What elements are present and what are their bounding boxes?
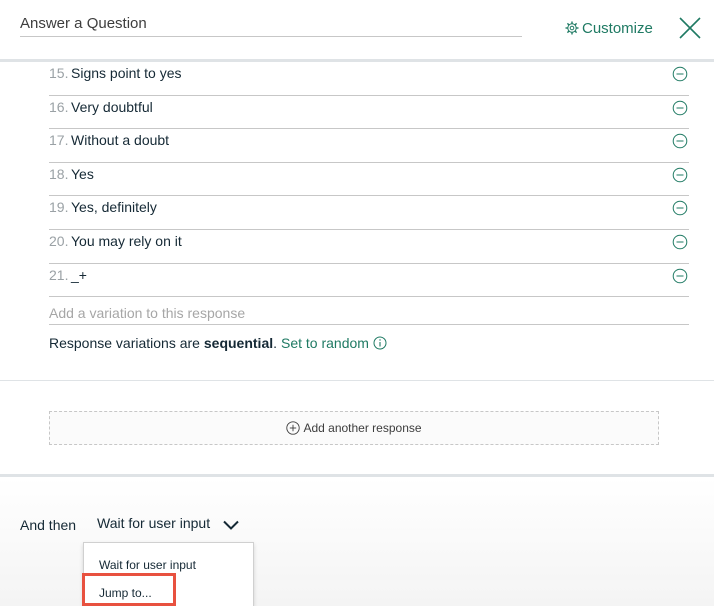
and-then-label: And then bbox=[20, 517, 77, 533]
info-icon[interactable] bbox=[373, 336, 387, 350]
variation-text[interactable]: Yes, definitely bbox=[71, 199, 157, 215]
variation-text[interactable]: _+ bbox=[71, 267, 87, 283]
customize-button[interactable]: Customize bbox=[565, 18, 653, 38]
remove-circle-icon[interactable] bbox=[672, 100, 688, 116]
close-icon bbox=[679, 17, 701, 39]
variation-number: 20. bbox=[49, 232, 69, 249]
variation-text[interactable]: Signs point to yes bbox=[71, 65, 182, 81]
variation-number: 18. bbox=[49, 165, 69, 182]
set-to-random-link[interactable]: Set to random bbox=[281, 335, 369, 351]
variation-mode-line: Response variations are sequential. Set … bbox=[49, 335, 387, 351]
add-variation-input[interactable]: Add a variation to this response bbox=[49, 300, 689, 325]
remove-circle-icon[interactable] bbox=[672, 66, 688, 82]
variation-text[interactable]: Yes bbox=[71, 166, 94, 182]
response-variation-row[interactable]: 16. Very doubtful bbox=[49, 96, 689, 130]
remove-circle-icon[interactable] bbox=[672, 234, 688, 250]
next-step-selected-value: Wait for user input bbox=[97, 515, 211, 531]
node-title-field[interactable]: Answer a Question bbox=[20, 14, 522, 37]
variation-number: 19. bbox=[49, 199, 69, 216]
response-variation-row[interactable]: 17. Without a doubt bbox=[49, 129, 689, 163]
variation-number: 17. bbox=[49, 132, 69, 149]
gear-icon bbox=[565, 21, 579, 35]
section-divider bbox=[0, 380, 714, 381]
plus-circle-icon bbox=[286, 421, 301, 435]
chevron-down-icon bbox=[223, 520, 239, 530]
add-another-response-label: Add another response bbox=[303, 421, 422, 435]
highlight-box bbox=[82, 573, 176, 606]
variation-number: 16. bbox=[49, 98, 69, 115]
response-variation-row[interactable]: 18. Yes bbox=[49, 163, 689, 197]
response-variation-list: 15. Signs point to yes 16. Very doubtful… bbox=[49, 62, 689, 298]
variation-number: 15. bbox=[49, 65, 69, 81]
add-another-response-button[interactable]: Add another response bbox=[49, 411, 659, 445]
menu-item-wait-for-user-input[interactable]: Wait for user input bbox=[99, 558, 196, 572]
remove-circle-icon[interactable] bbox=[672, 200, 688, 216]
variation-number: 21. bbox=[49, 266, 69, 283]
variation-text[interactable]: You may rely on it bbox=[71, 233, 182, 249]
variation-mode-suffix: . bbox=[273, 335, 278, 351]
response-variation-row[interactable]: 20. You may rely on it bbox=[49, 230, 689, 264]
variation-mode-prefix: Response variations are bbox=[49, 335, 200, 351]
response-variation-row[interactable]: 21. _+ bbox=[49, 264, 689, 298]
dialog-header: Answer a Question Customize bbox=[0, 0, 714, 60]
variation-text[interactable]: Very doubtful bbox=[71, 99, 153, 115]
remove-circle-icon[interactable] bbox=[672, 133, 688, 149]
close-button[interactable] bbox=[678, 16, 702, 40]
remove-circle-icon[interactable] bbox=[672, 268, 688, 284]
remove-circle-icon[interactable] bbox=[672, 167, 688, 183]
customize-label: Customize bbox=[582, 19, 653, 37]
response-variation-row[interactable]: 15. Signs point to yes bbox=[49, 62, 689, 96]
variation-text[interactable]: Without a doubt bbox=[71, 132, 169, 148]
response-variation-row[interactable]: 19. Yes, definitely bbox=[49, 196, 689, 230]
variation-mode-value: sequential bbox=[203, 335, 274, 351]
next-step-select[interactable]: Wait for user input bbox=[97, 515, 239, 531]
